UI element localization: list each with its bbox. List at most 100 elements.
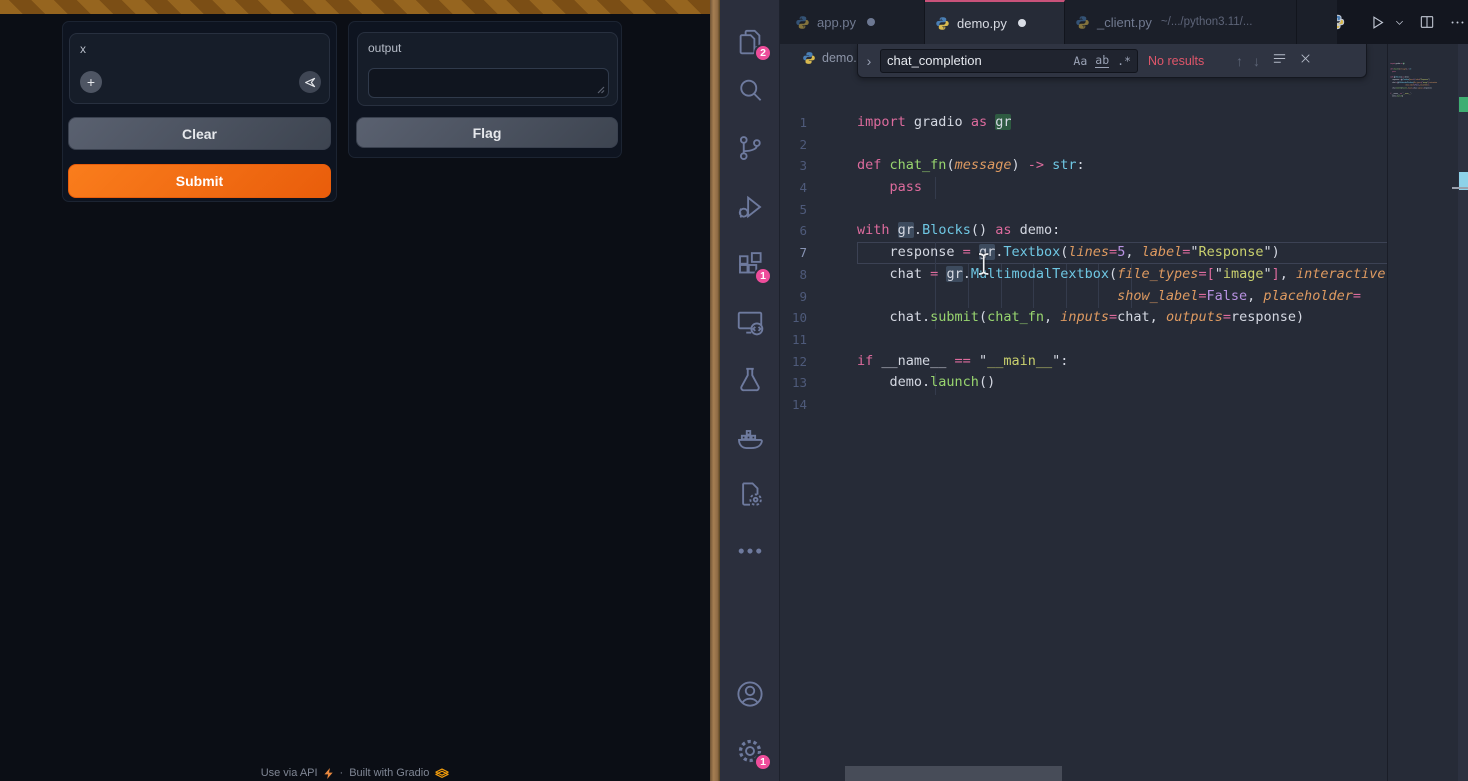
output-textarea[interactable] — [368, 68, 609, 98]
split-editor-button[interactable] — [1419, 14, 1435, 30]
gradio-logo-icon — [435, 768, 449, 778]
sidebar-item-docker[interactable] — [735, 423, 765, 453]
minimap[interactable]: 1import gradio as gr23def chat_fn(messag… — [1390, 62, 1458, 202]
use-via-api-link[interactable]: Use via API — [261, 767, 318, 779]
line-number: 11 — [780, 329, 827, 351]
code-line[interactable]: 13 demo.launch() — [780, 372, 1388, 394]
built-with-gradio-link[interactable]: Built with Gradio — [349, 767, 429, 779]
code-line[interactable]: 9 show_label=False, placeholder= — [780, 286, 1388, 308]
sidebar-item-settings[interactable]: 1 — [735, 736, 765, 766]
explorer-badge: 2 — [754, 44, 772, 62]
remote-monitor-icon — [735, 307, 765, 337]
gradio-footer: Use via API · Built with Gradio — [0, 766, 710, 780]
tab-label: _client.py — [1097, 15, 1152, 30]
debug-play-icon — [735, 192, 765, 222]
sidebar-item-file-settings[interactable] — [735, 479, 765, 509]
extensions-badge: 1 — [754, 267, 772, 285]
code-lines[interactable]: 1import gradio as gr23def chat_fn(messag… — [1390, 62, 1458, 100]
gradio-app-window: x + Clear Submit output — [0, 0, 710, 781]
window-stripe-bar — [0, 0, 710, 14]
sidebar-item-source-control[interactable] — [735, 133, 765, 163]
tab-bar: app.py demo.py _client.py ~/.../python3.… — [780, 0, 1468, 44]
find-close-button[interactable] — [1299, 52, 1312, 70]
find-in-selection-button[interactable] — [1272, 52, 1287, 70]
flag-button[interactable]: Flag — [356, 117, 618, 148]
code-line[interactable]: 2 — [780, 134, 1388, 156]
paper-plane-icon — [304, 76, 317, 89]
line-number: 10 — [780, 307, 827, 329]
code-lines[interactable]: 1import gradio as gr23def chat_fn(messag… — [780, 112, 1388, 416]
window-divider — [710, 0, 720, 781]
sidebar-item-search[interactable] — [735, 75, 765, 105]
sidebar-item-accounts[interactable] — [735, 679, 765, 709]
line-number: 3 — [780, 155, 827, 177]
horizontal-scrollbar[interactable] — [845, 766, 1062, 781]
sidebar-item-run-debug[interactable] — [735, 192, 765, 222]
match-case-button[interactable]: Aa — [1073, 54, 1087, 68]
tab-app-py[interactable]: app.py — [785, 0, 925, 44]
vscode-window: 2 1 — [720, 0, 1468, 781]
line-number: 1 — [780, 112, 827, 134]
code-line[interactable]: 7 response = gr.Textbox(lines=5, label="… — [780, 242, 1388, 264]
code-line[interactable]: 4 pass — [780, 177, 1388, 199]
overview-cursor-marker — [1452, 187, 1468, 189]
editor-group: app.py demo.py _client.py ~/.../python3.… — [780, 0, 1468, 781]
code-line[interactable]: 1import gradio as gr — [780, 112, 1388, 134]
sidebar-item-more[interactable] — [735, 536, 765, 566]
run-button[interactable] — [1369, 14, 1386, 31]
modified-dot[interactable] — [1018, 19, 1026, 27]
docker-whale-icon — [735, 423, 765, 453]
python-icon — [935, 16, 950, 31]
find-previous-button[interactable]: ↑ — [1236, 53, 1243, 69]
find-widget: › chat_completion Aa ab .* No results ↑ … — [857, 44, 1367, 78]
code-line[interactable]: 14 — [780, 394, 1388, 416]
sidebar-item-testing[interactable] — [735, 365, 765, 395]
x-input-block[interactable]: x + — [69, 33, 330, 104]
whole-word-button[interactable]: ab — [1095, 53, 1109, 68]
lightning-icon — [324, 768, 334, 779]
submit-button[interactable]: Submit — [68, 164, 331, 198]
python-icon — [1075, 15, 1090, 30]
modified-dot[interactable] — [867, 18, 875, 26]
clear-button[interactable]: Clear — [68, 117, 331, 150]
account-icon — [735, 679, 765, 709]
code-line[interactable]: 10 chat.submit(chat_fn, inputs=chat, out… — [780, 307, 1388, 329]
tab-label: app.py — [817, 15, 856, 30]
tab-label: demo.py — [957, 16, 1007, 31]
resize-handle-icon[interactable] — [596, 85, 605, 94]
git-branch-icon — [735, 133, 765, 163]
code-line[interactable]: 5 — [780, 199, 1388, 221]
code-editor[interactable]: › chat_completion Aa ab .* No results ↑ … — [780, 44, 1388, 781]
add-file-button[interactable]: + — [80, 71, 102, 93]
sidebar-item-remote-explorer[interactable] — [735, 307, 765, 337]
output-column-card: output Flag — [348, 21, 622, 158]
tab-demo-py[interactable]: demo.py — [925, 0, 1065, 44]
tab-path-description: ~/.../python3.11/... — [1161, 16, 1253, 28]
find-replace-toggle-chevron[interactable]: › — [858, 53, 880, 69]
plus-icon: + — [87, 74, 95, 90]
line-number: 7 — [780, 242, 827, 264]
tab-client-py[interactable]: _client.py ~/.../python3.11/... — [1065, 0, 1297, 44]
send-button[interactable] — [299, 71, 321, 93]
code-line[interactable]: 6with gr.Blocks() as demo: — [780, 220, 1388, 242]
code-line[interactable]: 8 chat = gr.MultimodalTextbox(file_types… — [780, 264, 1388, 286]
overview-ruler[interactable] — [1458, 44, 1468, 781]
code-line[interactable]: 11 — [780, 329, 1388, 351]
sidebar-item-extensions[interactable]: 1 — [735, 250, 765, 280]
python-icon — [795, 15, 810, 30]
code-line[interactable]: 3def chat_fn(message) -> str: — [780, 155, 1388, 177]
regex-button[interactable]: .* — [1117, 54, 1131, 68]
python-run-icon[interactable] — [1337, 14, 1345, 30]
search-icon — [735, 75, 765, 105]
file-gear-icon — [735, 479, 765, 509]
more-actions-button[interactable] — [1449, 14, 1466, 31]
code-line[interactable]: 12if __name__ == "__main__": — [780, 351, 1388, 373]
x-input-label: x — [80, 42, 86, 56]
find-next-button[interactable]: ↓ — [1253, 53, 1260, 69]
line-number: 2 — [780, 134, 827, 156]
find-input[interactable]: chat_completion Aa ab .* — [880, 49, 1138, 73]
run-dropdown-chevron-icon[interactable] — [1394, 17, 1405, 28]
find-results-status: No results — [1148, 54, 1226, 68]
line-number: 12 — [780, 351, 827, 373]
sidebar-item-explorer[interactable]: 2 — [735, 27, 765, 57]
